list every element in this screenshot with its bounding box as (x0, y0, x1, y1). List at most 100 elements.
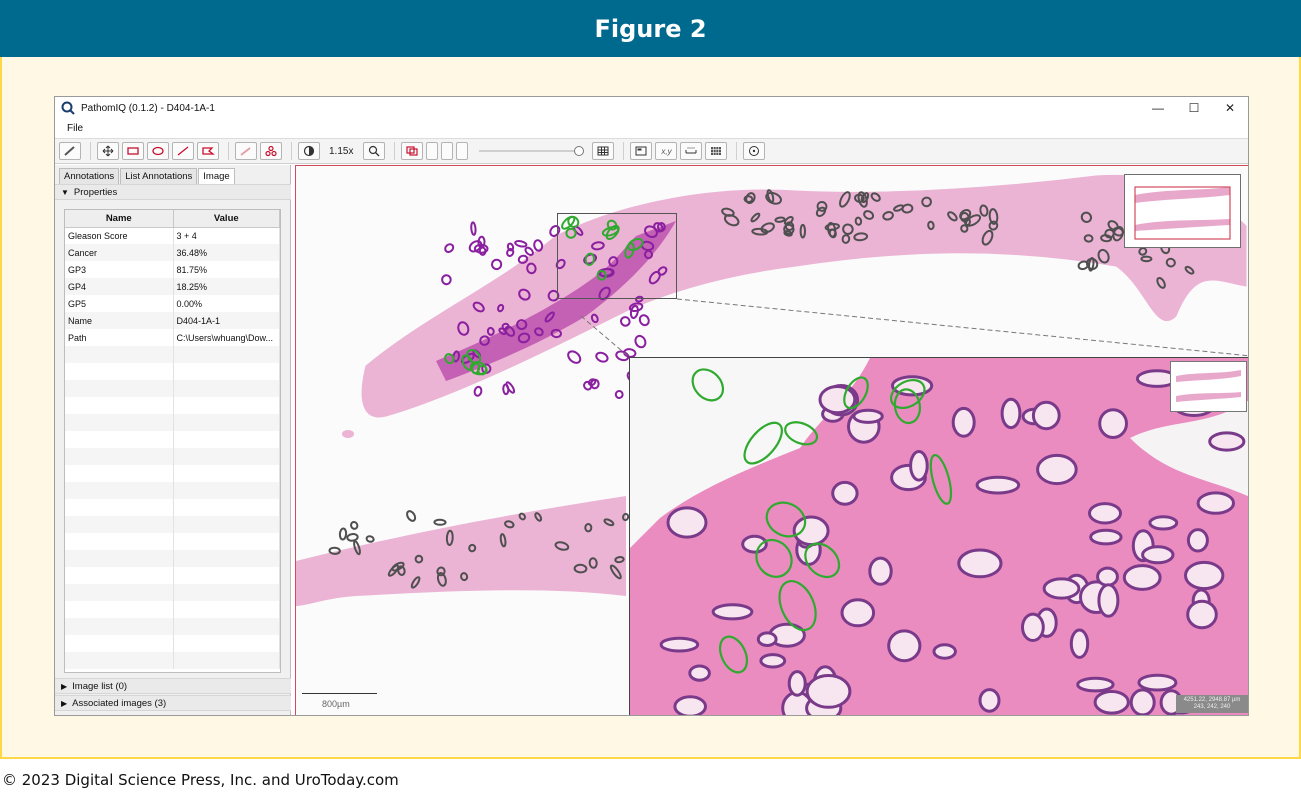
zoom-button[interactable] (363, 142, 386, 160)
gp3-gland (506, 248, 515, 257)
table-row[interactable]: Cancer 36.48% (65, 244, 280, 261)
overlay-toggle-button[interactable] (401, 142, 424, 160)
associated-images-label: Associated images (3) (72, 697, 167, 709)
inset-gland (1093, 690, 1130, 715)
tile-grid-button[interactable] (705, 142, 728, 160)
move-tool-button[interactable] (97, 142, 119, 160)
inset-gland (1076, 676, 1115, 693)
image-list-section-header[interactable]: ▶ Image list (0) (55, 678, 291, 694)
grid-icon (711, 147, 722, 155)
cell-value: C:\Users\whuang\Dow... (173, 329, 280, 346)
gp3-gland (441, 274, 452, 286)
empty-cell (173, 635, 280, 652)
image-list-label: Image list (0) (72, 680, 128, 692)
table-row[interactable]: GP4 18.25% (65, 278, 280, 295)
gp3-gland (567, 350, 582, 364)
empty-table-row (65, 431, 280, 448)
opacity-slider[interactable] (479, 145, 585, 157)
gp3-gland (615, 350, 630, 362)
layer-button-3[interactable] (456, 142, 469, 160)
empty-cell (173, 516, 280, 533)
properties-label: Properties (73, 186, 118, 198)
empty-cell (173, 465, 280, 482)
slider-knob[interactable] (574, 146, 585, 156)
table-row[interactable]: Gleason Score 3 + 4 (65, 227, 280, 244)
tab-image[interactable]: Image (198, 168, 235, 184)
inset-gland (756, 631, 778, 648)
cell-value: 0.00% (173, 295, 280, 312)
toolbar-separator (291, 142, 292, 160)
cell-value: D404-1A-1 (173, 312, 280, 329)
gp3-gland (634, 334, 647, 349)
contrast-button[interactable] (298, 142, 320, 160)
inset-gland (1186, 599, 1218, 630)
inset-gland (688, 664, 711, 682)
slide-viewer[interactable]: 4251.22, 2948.87 µm 243, 242, 240 800µm (295, 165, 1248, 715)
inset-overview-thumbnail[interactable] (1170, 361, 1247, 412)
inset-gland (887, 629, 922, 663)
inset-gland (759, 653, 787, 669)
ellipse-tool-button[interactable] (147, 142, 169, 160)
empty-table-row (65, 397, 280, 414)
tab-annotations[interactable]: Annotations (59, 168, 120, 184)
zoomed-inset[interactable]: 4251.22, 2948.87 µm 243, 242, 240 (629, 357, 1248, 715)
slider-track (479, 150, 579, 152)
rectangle-icon (127, 147, 139, 155)
empty-cell (173, 380, 280, 397)
inset-gland (957, 548, 1003, 579)
maximize-button[interactable]: ☐ (1176, 97, 1212, 119)
table-row[interactable]: Path C:\Users\whuang\Dow... (65, 329, 280, 346)
empty-cell (65, 533, 174, 550)
empty-cell (173, 431, 280, 448)
inset-gland (1089, 528, 1123, 546)
layer-button-1[interactable] (426, 142, 439, 160)
cluster-tool-button[interactable] (260, 142, 282, 160)
empty-cell (173, 482, 280, 499)
line-tool-button[interactable] (172, 142, 194, 160)
empty-cell (65, 635, 174, 652)
column-header-name[interactable]: Name (65, 210, 174, 228)
inset-gland (932, 643, 957, 660)
table-row[interactable]: GP5 0.00% (65, 295, 280, 312)
inset-gland (711, 603, 754, 621)
polygon-tool-button[interactable] (197, 142, 219, 160)
inset-gland (1184, 560, 1225, 591)
rectangle-tool-button[interactable] (122, 142, 144, 160)
scalebar-button[interactable] (680, 142, 703, 160)
gp3-gland (473, 385, 483, 397)
coordinates-label: x,y (661, 146, 672, 156)
gp3-gland (614, 390, 624, 399)
table-row[interactable]: GP3 81.75% (65, 261, 280, 278)
inset-thumbnail-slide (1176, 370, 1241, 402)
panel-tabs: Annotations List Annotations Image (59, 168, 236, 184)
toolbar-separator (623, 142, 625, 160)
empty-table-row (65, 533, 280, 550)
tab-list-annotations[interactable]: List Annotations (120, 168, 198, 184)
brush-tool-button[interactable] (235, 142, 257, 160)
grid-button[interactable] (592, 142, 615, 160)
empty-cell (65, 482, 174, 499)
associated-images-section-header[interactable]: ▶ Associated images (3) (55, 695, 291, 711)
empty-table-row (65, 550, 280, 567)
cell-name: GP4 (65, 278, 174, 295)
overview-thumbnail[interactable] (1124, 174, 1241, 248)
roi-rectangle[interactable] (557, 213, 677, 299)
inset-gland (1000, 397, 1022, 430)
overview-button[interactable] (630, 142, 653, 160)
menu-file[interactable]: File (67, 123, 83, 134)
pencil-tool-button[interactable] (59, 142, 81, 160)
inset-gland (659, 636, 700, 653)
minimize-button[interactable]: — (1140, 97, 1176, 119)
properties-section-header[interactable]: ▼ Properties (55, 184, 291, 200)
coordinates-button[interactable]: x,y (655, 142, 678, 160)
thumbnail-slide (1134, 186, 1231, 240)
empty-cell (65, 346, 174, 363)
settings-button[interactable] (743, 142, 766, 160)
empty-table-row (65, 363, 280, 380)
table-row[interactable]: Name D404-1A-1 (65, 312, 280, 329)
layer-button-2[interactable] (441, 142, 454, 160)
close-button[interactable]: ✕ (1212, 97, 1248, 119)
column-header-value[interactable]: Value (173, 210, 280, 228)
title-bar: PathomIQ (0.1.2) - D404-1A-1 — ☐ ✕ (55, 97, 1248, 119)
toolbar-separator (394, 142, 396, 160)
